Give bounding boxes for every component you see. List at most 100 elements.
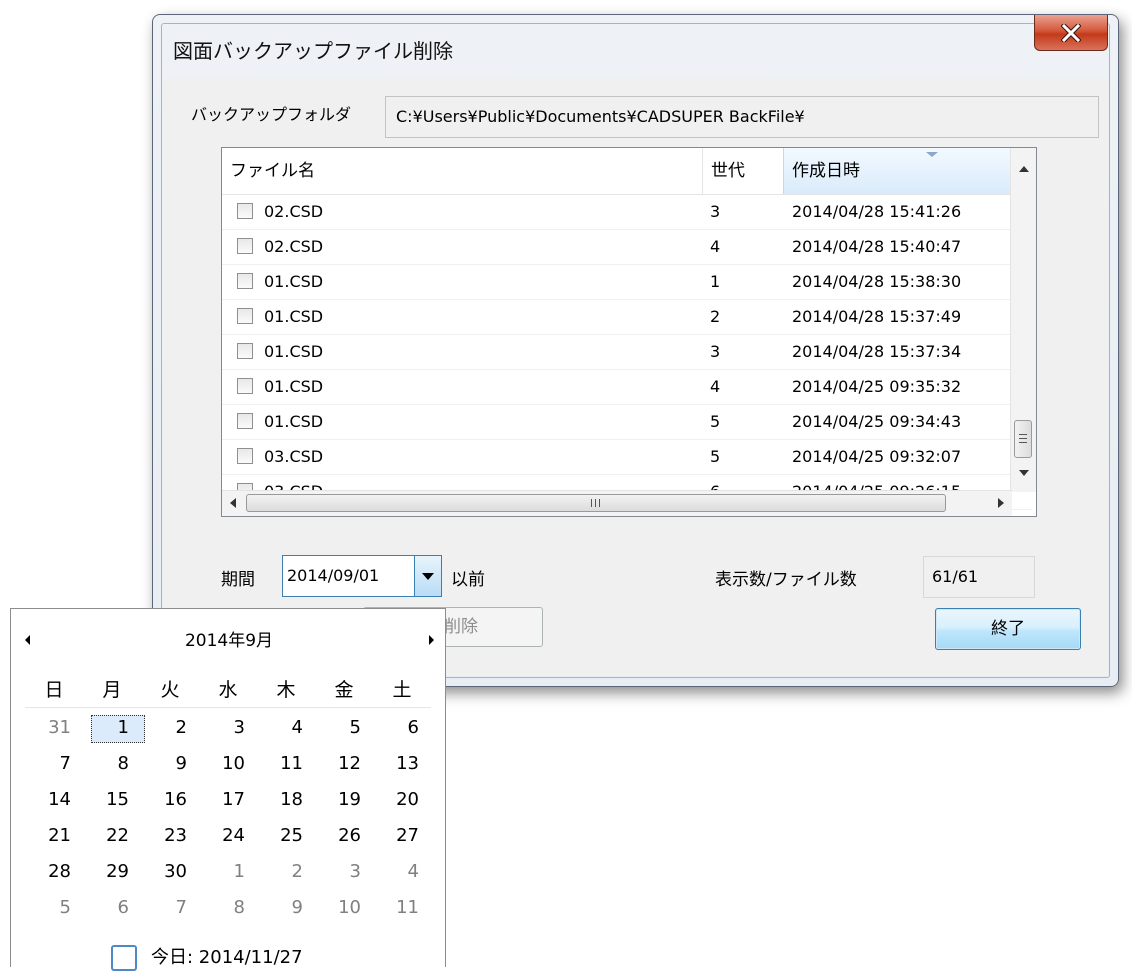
created-date-cell: 2014/04/25 09:34:43 — [792, 412, 962, 431]
calendar-day[interactable]: 4 — [373, 857, 431, 887]
vertical-scrollbar[interactable] — [1010, 148, 1036, 492]
calendar-day[interactable]: 10 — [315, 893, 373, 923]
file-name-cell: 01.CSD — [264, 377, 324, 396]
calendar-day[interactable]: 11 — [373, 893, 431, 923]
calendar-day[interactable]: 26 — [315, 821, 373, 851]
calendar-day[interactable]: 12 — [315, 749, 373, 779]
row-checkbox[interactable] — [237, 448, 253, 464]
calendar-day[interactable]: 29 — [83, 857, 141, 887]
horizontal-scrollbar[interactable] — [222, 490, 1012, 516]
created-date-cell: 2014/04/28 15:41:26 — [792, 202, 962, 221]
calendar-day[interactable]: 5 — [25, 893, 83, 923]
calendar-day[interactable]: 16 — [141, 785, 199, 815]
period-date-value[interactable]: 2014/09/01 — [287, 556, 379, 596]
calendar-day[interactable]: 1 — [199, 857, 257, 887]
calendar-day[interactable]: 24 — [199, 821, 257, 851]
grip-line — [591, 499, 592, 507]
calendar-day[interactable]: 11 — [257, 749, 315, 779]
generation-cell: 1 — [710, 272, 721, 291]
backup-folder-path: C:¥Users¥Public¥Documents¥CADSUPER BackF… — [385, 96, 1099, 138]
next-month-arrow-icon[interactable] — [429, 635, 434, 645]
row-checkbox[interactable] — [237, 238, 253, 254]
calendar-day-selected[interactable]: 1 — [83, 713, 141, 743]
calendar-day[interactable]: 20 — [373, 785, 431, 815]
table-row[interactable]: 01.CSD 3 2014/04/28 15:37:34 — [222, 335, 1032, 370]
calendar-day[interactable]: 22 — [83, 821, 141, 851]
table-row[interactable]: 02.CSD 3 2014/04/28 15:41:26 — [222, 195, 1032, 230]
calendar-week-row: 7 8 9 10 11 12 13 — [25, 749, 431, 779]
dialog-window: 図面バックアップファイル削除 バックアップフォルダ C:¥Users¥Publi… — [152, 14, 1119, 687]
calendar-week-row: 14 15 16 17 18 19 20 — [25, 785, 431, 815]
calendar-day[interactable]: 9 — [141, 749, 199, 779]
table-row[interactable]: 03.CSD 5 2014/04/25 09:32:07 — [222, 440, 1032, 475]
calendar-day[interactable]: 18 — [257, 785, 315, 815]
calendar-day[interactable]: 6 — [83, 893, 141, 923]
today-link[interactable]: 今日: 2014/11/27 — [151, 945, 303, 971]
calendar-day[interactable]: 8 — [83, 749, 141, 779]
column-header-created[interactable]: 作成日時 — [783, 148, 1026, 194]
calendar-week-row: 31 1 2 3 4 5 6 — [25, 713, 431, 743]
backup-folder-label: バックアップフォルダ — [191, 105, 352, 124]
exit-button[interactable]: 終了 — [935, 608, 1081, 650]
calendar-week-row: 21 22 23 24 25 26 27 — [25, 821, 431, 851]
backup-file-list[interactable]: ファイル名 世代 作成日時 02.CSD 3 2014/04/28 15:41:26… — [221, 147, 1037, 517]
grip-line — [599, 499, 600, 507]
calendar-day[interactable]: 15 — [83, 785, 141, 815]
period-label: 期間 — [221, 570, 255, 590]
row-checkbox[interactable] — [237, 308, 253, 324]
scroll-down-arrow-icon[interactable] — [1019, 470, 1029, 476]
calendar-day[interactable]: 3 — [315, 857, 373, 887]
calendar-day[interactable]: 25 — [257, 821, 315, 851]
table-row[interactable]: 01.CSD 1 2014/04/28 15:38:30 — [222, 265, 1032, 300]
period-date-picker[interactable]: 2014/09/01 — [282, 555, 442, 597]
file-name-cell: 03.CSD — [264, 447, 324, 466]
row-checkbox[interactable] — [237, 273, 253, 289]
calendar-day[interactable]: 30 — [141, 857, 199, 887]
calendar-day[interactable]: 21 — [25, 821, 83, 851]
calendar-day[interactable]: 23 — [141, 821, 199, 851]
before-label: 以前 — [451, 570, 485, 590]
calendar-day[interactable]: 3 — [199, 713, 257, 743]
count-label: 表示数/ファイル数 — [715, 570, 857, 590]
grip-line — [1019, 438, 1027, 439]
generation-cell: 3 — [710, 202, 721, 221]
grip-line — [1019, 434, 1027, 435]
calendar-day[interactable]: 7 — [141, 893, 199, 923]
vertical-scroll-thumb[interactable] — [1014, 420, 1032, 458]
calendar-day[interactable]: 10 — [199, 749, 257, 779]
calendar-day[interactable]: 13 — [373, 749, 431, 779]
calendar-day[interactable]: 2 — [141, 713, 199, 743]
scroll-right-arrow-icon[interactable] — [998, 498, 1004, 508]
calendar-day[interactable]: 2 — [257, 857, 315, 887]
table-row[interactable]: 02.CSD 4 2014/04/28 15:40:47 — [222, 230, 1032, 265]
column-header-generation[interactable]: 世代 — [702, 148, 783, 194]
row-checkbox[interactable] — [237, 343, 253, 359]
horizontal-scroll-thumb[interactable] — [246, 494, 946, 512]
calendar-day[interactable]: 5 — [315, 713, 373, 743]
row-checkbox[interactable] — [237, 203, 253, 219]
calendar-week-row: 28 29 30 1 2 3 4 — [25, 857, 431, 887]
calendar-day[interactable]: 9 — [257, 893, 315, 923]
table-row[interactable]: 01.CSD 2 2014/04/28 15:37:49 — [222, 300, 1032, 335]
calendar-day[interactable]: 6 — [373, 713, 431, 743]
calendar-day[interactable]: 8 — [199, 893, 257, 923]
calendar-day[interactable]: 31 — [25, 713, 83, 743]
row-checkbox[interactable] — [237, 378, 253, 394]
calendar-month-title[interactable]: 2014年9月 — [11, 626, 447, 651]
column-header-filename[interactable]: ファイル名 — [222, 148, 702, 194]
calendar-day[interactable]: 17 — [199, 785, 257, 815]
calendar-day[interactable]: 19 — [315, 785, 373, 815]
calendar-day[interactable]: 7 — [25, 749, 83, 779]
file-name-cell: 01.CSD — [264, 307, 324, 326]
calendar-day[interactable]: 27 — [373, 821, 431, 851]
calendar-day[interactable]: 28 — [25, 857, 83, 887]
calendar-day[interactable]: 4 — [257, 713, 315, 743]
row-checkbox[interactable] — [237, 413, 253, 429]
table-row[interactable]: 01.CSD 4 2014/04/25 09:35:32 — [222, 370, 1032, 405]
close-button[interactable] — [1034, 15, 1108, 51]
scroll-up-arrow-icon[interactable] — [1019, 166, 1029, 172]
table-row[interactable]: 01.CSD 5 2014/04/25 09:34:43 — [222, 405, 1032, 440]
calendar-day[interactable]: 14 — [25, 785, 83, 815]
chevron-down-icon[interactable] — [414, 556, 441, 596]
scroll-left-arrow-icon[interactable] — [230, 498, 236, 508]
